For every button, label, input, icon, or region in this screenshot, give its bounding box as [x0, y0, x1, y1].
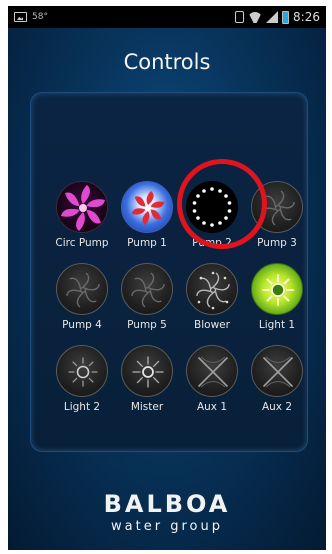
aux-icon [251, 345, 303, 397]
logo-tagline: water group [111, 519, 223, 534]
light-icon [251, 263, 303, 315]
signal-icon [266, 11, 279, 23]
controls-panel: Circ Pump Pump 1 Pump 2 Pump 3 Pump 4 Pu… [30, 92, 308, 452]
control-label: Aux 2 [261, 401, 293, 413]
status-temperature: 58° [32, 12, 48, 22]
brand-logo: BALBOA water group [8, 490, 326, 534]
wifi-icon [248, 11, 262, 23]
pump-icon [121, 181, 173, 233]
battery-icon [282, 10, 290, 24]
page-title: Controls [123, 50, 211, 74]
vibrate-icon [235, 11, 245, 23]
control-label: Light 1 [258, 319, 296, 331]
image-notification-icon [14, 12, 27, 22]
light-icon [56, 345, 108, 397]
selection-highlight-ring [177, 159, 267, 249]
control-aux-2[interactable]: Aux 2 [242, 345, 312, 423]
pump-icon [121, 263, 173, 315]
mister-icon [121, 345, 173, 397]
pump-icon [56, 263, 108, 315]
phone-frame: 58° 8:26 Controls Circ Pump Pump 1 Pump … [0, 0, 332, 554]
logo-wordmark: BALBOA [103, 490, 231, 518]
blower-icon [186, 263, 238, 315]
circ-pump-icon [56, 181, 108, 233]
control-light-1[interactable]: Light 1 [242, 263, 312, 341]
status-time: 8:26 [293, 10, 320, 24]
app-screen: 58° 8:26 Controls Circ Pump Pump 1 Pump … [8, 6, 326, 550]
aux-icon [186, 345, 238, 397]
status-bar: 58° 8:26 [8, 6, 326, 28]
